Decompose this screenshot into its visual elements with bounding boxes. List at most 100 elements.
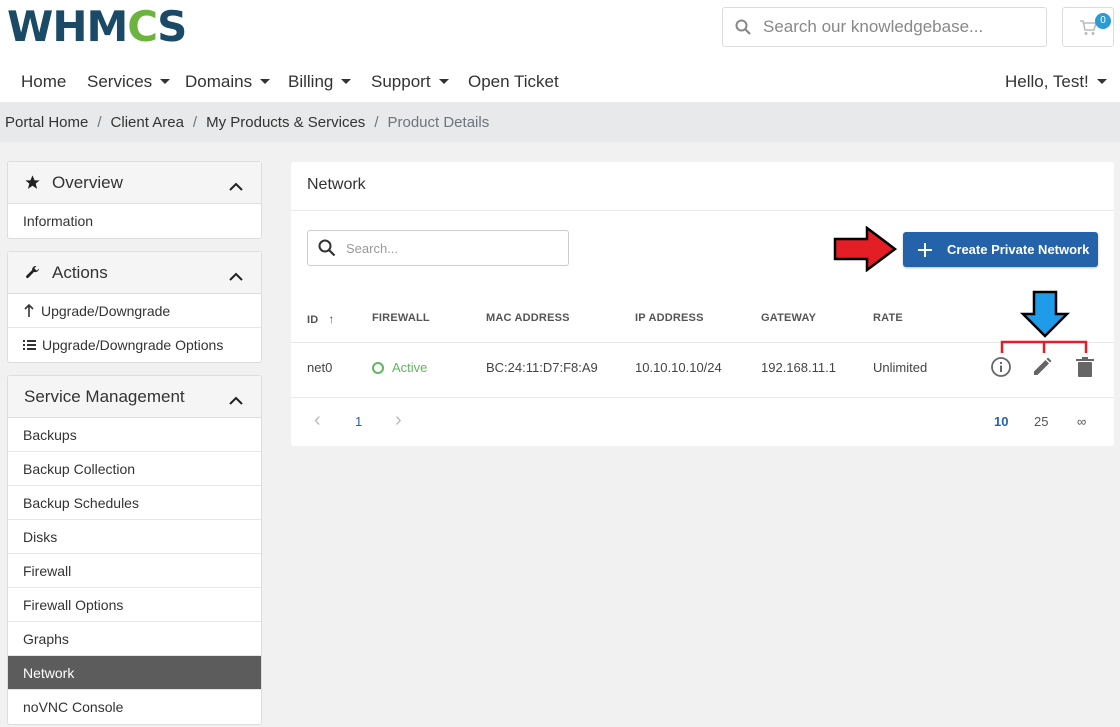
- sidebar-item-backups[interactable]: Backups: [8, 418, 261, 452]
- chevron-up-icon: [229, 390, 243, 410]
- caret-down-icon: [341, 79, 352, 85]
- plus-icon: [917, 242, 933, 258]
- caret-down-icon: [160, 79, 171, 85]
- column-ip-address[interactable]: IP ADDRESS: [635, 312, 704, 324]
- column-mac-address[interactable]: MAC ADDRESS: [486, 312, 570, 324]
- nav-home[interactable]: Home: [21, 70, 66, 94]
- column-rate[interactable]: RATE: [873, 312, 903, 324]
- sidebar-actions-title: Actions: [52, 262, 108, 282]
- red-bracket-annotation: [1000, 340, 1088, 353]
- sidebar-item-firewall[interactable]: Firewall: [8, 554, 261, 588]
- info-button[interactable]: [990, 356, 1012, 378]
- column-id[interactable]: ID ↑: [307, 312, 335, 326]
- cart-count-badge: 0: [1095, 13, 1111, 29]
- user-greeting: Hello, Test!: [1005, 72, 1089, 91]
- sidebar-actions-header[interactable]: Actions: [8, 252, 261, 294]
- sidebar-item-backup-collection[interactable]: Backup Collection: [8, 452, 261, 486]
- sidebar-item-graphs[interactable]: Graphs: [8, 622, 261, 656]
- list-icon: [23, 339, 36, 351]
- table-divider: [291, 397, 1114, 398]
- sidebar-service-management-header[interactable]: Service Management: [8, 376, 261, 418]
- site-header: WHMCS 0 Home Services Domains Billing Su…: [0, 0, 1120, 102]
- sidebar-overview-panel: Overview Information: [7, 161, 262, 239]
- breadcrumb-current: Product Details: [387, 113, 490, 131]
- cell-firewall-status: Active: [372, 360, 427, 375]
- search-icon: [723, 19, 763, 35]
- pagination-page-1[interactable]: 1: [355, 414, 362, 429]
- nav-billing-label: Billing: [288, 72, 334, 91]
- knowledgebase-search[interactable]: [722, 7, 1047, 47]
- network-search-input[interactable]: [346, 240, 556, 256]
- red-arrow-annotation: [833, 226, 897, 272]
- breadcrumb-separator: /: [97, 113, 102, 131]
- sidebar-service-management-panel: Service Management Backups Backup Collec…: [7, 375, 262, 725]
- sidebar-actions-panel: Actions Upgrade/Downgrade Upgrade/Downgr…: [7, 251, 262, 363]
- sidebar-item-network[interactable]: Network: [8, 656, 261, 690]
- nav-services[interactable]: Services: [87, 70, 171, 94]
- sidebar-item-label: Upgrade/Downgrade: [41, 302, 171, 319]
- cell-id: net0: [307, 360, 333, 375]
- search-icon: [308, 239, 346, 257]
- sidebar-overview-header[interactable]: Overview: [8, 162, 261, 204]
- breadcrumb-separator: /: [192, 113, 198, 131]
- cell-rate: Unlimited: [873, 360, 928, 375]
- network-search[interactable]: [307, 230, 569, 266]
- cart-button[interactable]: 0: [1062, 7, 1114, 47]
- sort-asc-icon: ↑: [328, 312, 335, 326]
- create-private-network-button[interactable]: Create Private Network: [903, 232, 1098, 267]
- breadcrumb-portal-home[interactable]: Portal Home: [5, 114, 88, 131]
- main-nav: Home Services Domains Billing Support Op…: [0, 70, 1120, 96]
- breadcrumb-separator: /: [374, 113, 379, 131]
- pencil-icon: [1034, 357, 1052, 375]
- status-text: Active: [392, 360, 428, 375]
- nav-billing[interactable]: Billing: [288, 70, 352, 94]
- sidebar-item-information[interactable]: Information: [8, 204, 261, 238]
- knowledgebase-search-input[interactable]: [763, 17, 1033, 37]
- sidebar-item-upgrade-downgrade[interactable]: Upgrade/Downgrade: [8, 294, 261, 328]
- wrench-icon: [24, 264, 44, 281]
- sidebar-item-firewall-options[interactable]: Firewall Options: [8, 588, 261, 622]
- logo-text: WHMCS: [7, 2, 187, 51]
- per-page-all[interactable]: ∞: [1077, 414, 1086, 429]
- trash-icon: [1076, 357, 1094, 377]
- per-page-10[interactable]: 10: [994, 414, 1008, 429]
- sidebar-service-management-title: Service Management: [24, 386, 185, 406]
- chevron-up-icon: [229, 176, 243, 196]
- breadcrumb-my-products[interactable]: My Products & Services: [206, 114, 365, 131]
- nav-domains-label: Domains: [185, 72, 253, 91]
- card-divider: [291, 210, 1114, 211]
- nav-support-label: Support: [371, 72, 431, 91]
- status-circle-icon: [372, 361, 384, 374]
- network-card: Network Create Private Network ID ↑ FIREW…: [291, 162, 1114, 446]
- edit-button[interactable]: [1031, 356, 1053, 378]
- nav-services-label: Services: [87, 72, 153, 91]
- pagination-prev-button[interactable]: ‹: [314, 409, 321, 432]
- nav-open-ticket[interactable]: Open Ticket: [468, 70, 559, 94]
- cell-mac-address: BC:24:11:D7:F8:A9: [486, 360, 598, 375]
- sidebar-item-novnc-console[interactable]: noVNC Console: [8, 690, 261, 724]
- delete-button[interactable]: [1075, 356, 1095, 378]
- nav-user-menu[interactable]: Hello, Test!: [1005, 70, 1107, 94]
- column-gateway[interactable]: GATEWAY: [761, 312, 816, 324]
- nav-domains[interactable]: Domains: [185, 70, 271, 94]
- column-id-label: ID: [307, 314, 319, 326]
- caret-down-icon: [438, 79, 449, 85]
- caret-down-icon: [260, 79, 271, 85]
- sidebar-item-disks[interactable]: Disks: [8, 520, 261, 554]
- pagination-next-button[interactable]: ›: [395, 409, 402, 432]
- sidebar-item-label: Upgrade/Downgrade Options: [42, 337, 224, 353]
- column-firewall[interactable]: FIREWALL: [372, 312, 430, 324]
- sidebar-overview-title: Overview: [52, 172, 123, 192]
- whmcs-logo[interactable]: WHMCS: [7, 2, 187, 51]
- caret-down-icon: [1096, 79, 1107, 85]
- sidebar-item-backup-schedules[interactable]: Backup Schedules: [8, 486, 261, 520]
- cell-gateway: 192.168.11.1: [761, 360, 836, 375]
- per-page-25[interactable]: 25: [1034, 414, 1048, 429]
- info-icon: [991, 357, 1011, 377]
- sidebar-item-upgrade-downgrade-options[interactable]: Upgrade/Downgrade Options: [8, 328, 261, 362]
- cell-ip-address: 10.10.10.10/24: [635, 360, 722, 375]
- breadcrumb-client-area[interactable]: Client Area: [111, 114, 184, 131]
- network-card-title: Network: [307, 176, 366, 193]
- nav-support[interactable]: Support: [371, 70, 449, 94]
- chevron-up-icon: [229, 266, 243, 286]
